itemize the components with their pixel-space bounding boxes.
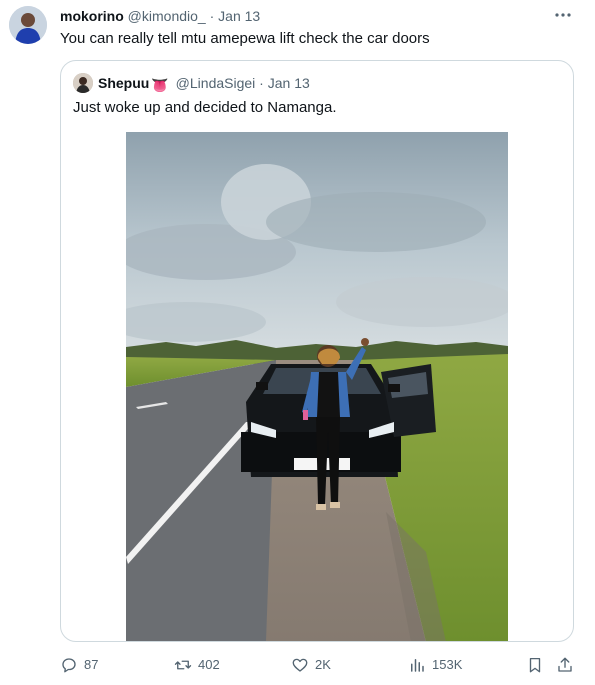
roadside-car-photo xyxy=(126,132,508,641)
quoted-tweet-date: Jan 13 xyxy=(267,75,310,91)
like-icon xyxy=(292,658,308,672)
tongue-emoji: 👅 xyxy=(151,77,169,93)
author-name[interactable]: mokorino xyxy=(60,8,124,24)
quoted-author-avatar xyxy=(73,73,93,93)
views-button[interactable]: 153K xyxy=(408,654,462,676)
tweet-date[interactable]: Jan 13 xyxy=(218,8,260,24)
separator-dot: · xyxy=(209,8,215,24)
author-avatar[interactable] xyxy=(9,6,47,44)
views-icon xyxy=(411,659,424,672)
share-button[interactable] xyxy=(556,654,580,676)
tweet-text: You can really tell mtu amepewa lift che… xyxy=(60,30,430,47)
retweet-button[interactable]: 402 xyxy=(174,654,220,676)
quoted-tweet-photo[interactable] xyxy=(126,132,508,641)
views-count: 153K xyxy=(432,657,463,672)
avatar-image xyxy=(9,6,47,44)
share-icon xyxy=(558,657,572,672)
bookmark-icon xyxy=(529,657,541,673)
tweet-header: mokorino @kimondio_ · Jan 13 xyxy=(60,7,575,25)
reply-button[interactable]: 87 xyxy=(60,654,98,676)
quoted-tweet-text: Just woke up and decided to Namanga. xyxy=(73,99,337,116)
quoted-tweet-card[interactable]: Shepuu 👅 @LindaSigei · Jan 13 Just woke u… xyxy=(60,60,574,642)
quoted-tweet-header: Shepuu 👅 @LindaSigei · Jan 13 xyxy=(98,74,310,94)
quoted-separator-dot: · xyxy=(259,75,264,91)
bookmark-button[interactable] xyxy=(526,654,550,676)
retweet-count: 402 xyxy=(198,657,220,672)
quoted-author-handle: @LindaSigei xyxy=(175,75,256,91)
like-button[interactable]: 2K xyxy=(291,654,331,676)
reply-icon xyxy=(62,658,76,673)
quoted-author-name: Shepuu xyxy=(98,75,150,91)
retweet-icon xyxy=(174,660,192,670)
tweet-actions-bar: 87 402 2K 153K xyxy=(60,654,580,676)
author-handle[interactable]: @kimondio_ xyxy=(128,8,206,24)
reply-count: 87 xyxy=(84,657,99,672)
like-count: 2K xyxy=(315,657,331,672)
more-icon[interactable] xyxy=(553,6,573,24)
